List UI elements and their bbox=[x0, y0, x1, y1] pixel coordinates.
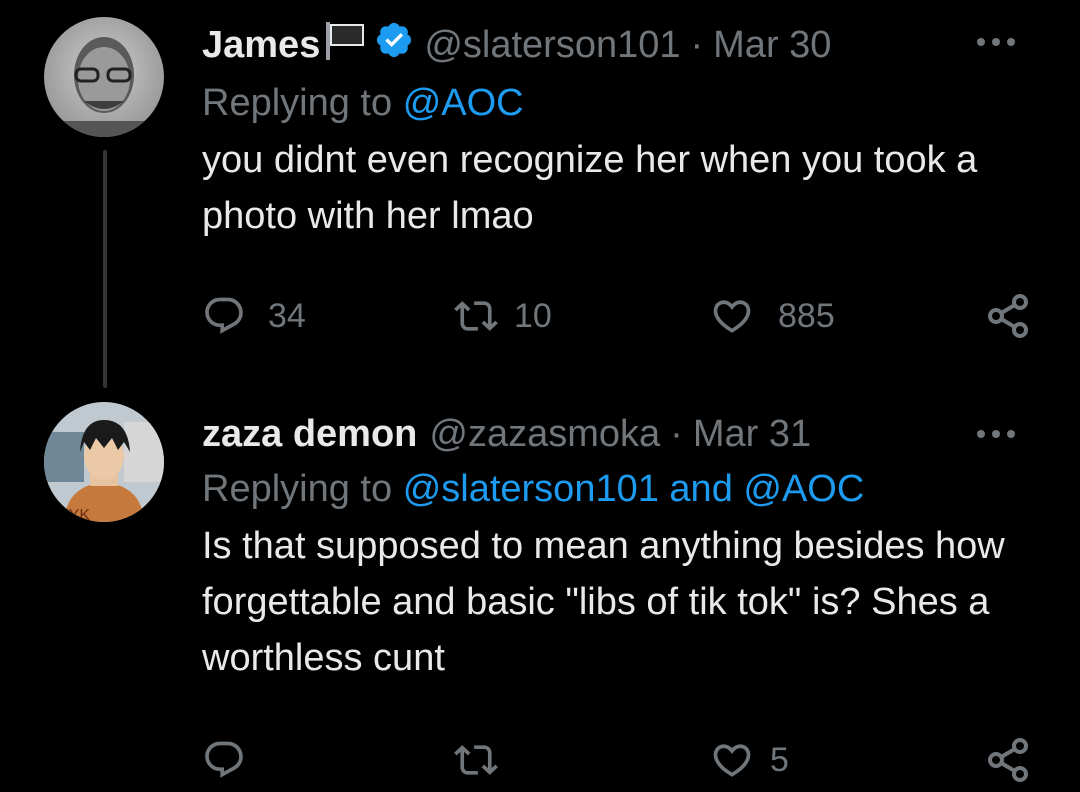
thread-line bbox=[103, 150, 107, 388]
retweet-count: 10 bbox=[514, 296, 552, 335]
share-button[interactable] bbox=[984, 736, 1032, 784]
mention-link[interactable]: @slaterson101 bbox=[403, 468, 659, 510]
mention-joiner: and bbox=[669, 468, 733, 510]
replying-to-prefix: Replying to bbox=[202, 82, 393, 124]
retweet-icon bbox=[454, 301, 498, 331]
tweet-text: Is that supposed to mean anything beside… bbox=[202, 525, 1005, 679]
mention-link[interactable]: @AOC bbox=[403, 82, 524, 124]
mention-link[interactable]: @AOC bbox=[743, 468, 864, 510]
tweet-date[interactable]: Mar 30 bbox=[713, 23, 831, 67]
like-button[interactable]: 885 bbox=[708, 292, 835, 340]
svg-text:YYK: YYK bbox=[58, 507, 90, 522]
more-icon[interactable] bbox=[968, 20, 1024, 64]
tweet-header: James @slaterson101 · Mar 30 bbox=[202, 20, 1040, 70]
like-button[interactable]: 5 bbox=[708, 736, 789, 784]
retweet-icon bbox=[454, 745, 498, 775]
tweet-actions: 34 10 885 bbox=[0, 292, 1080, 340]
reply-icon bbox=[205, 297, 243, 334]
tweet-actions: 5 bbox=[0, 736, 1080, 784]
tweet-text: you didnt even recognize her when you to… bbox=[202, 139, 978, 237]
heart-icon bbox=[713, 744, 751, 777]
more-icon[interactable] bbox=[968, 412, 1024, 456]
reply-count: 34 bbox=[268, 296, 306, 335]
heart-icon bbox=[713, 300, 751, 333]
tweet-1[interactable]: James @slaterson101 · Mar 30 Replying to… bbox=[0, 0, 1080, 392]
tweet-header: zaza demon @zazasmoka · Mar 31 bbox=[202, 412, 1040, 456]
reply-button[interactable] bbox=[202, 736, 268, 784]
flag-icon bbox=[324, 20, 368, 70]
share-icon bbox=[988, 738, 1028, 782]
separator-dot: · bbox=[670, 413, 683, 455]
author-name[interactable]: zaza demon bbox=[202, 412, 417, 456]
reply-icon bbox=[205, 741, 243, 778]
author-handle[interactable]: @zazasmoka bbox=[429, 412, 660, 456]
replying-to: Replying to @AOC bbox=[202, 80, 1040, 126]
retweet-button[interactable] bbox=[452, 736, 522, 784]
replying-to-prefix: Replying to bbox=[202, 468, 393, 510]
avatar-zaza-demon[interactable]: YYK bbox=[44, 402, 164, 522]
share-button[interactable] bbox=[984, 292, 1032, 340]
avatar-james[interactable] bbox=[44, 17, 164, 137]
separator-dot: · bbox=[690, 24, 704, 66]
share-icon bbox=[988, 294, 1028, 338]
verified-badge-icon[interactable] bbox=[374, 20, 414, 70]
tweet-2[interactable]: YYK zaza demon @zazasmoka · Mar 31 Reply… bbox=[0, 392, 1080, 792]
like-count: 885 bbox=[778, 296, 835, 335]
author-handle[interactable]: @slaterson101 bbox=[424, 23, 680, 67]
author-name[interactable]: James bbox=[202, 23, 320, 67]
retweet-button[interactable]: 10 bbox=[452, 292, 552, 340]
like-count: 5 bbox=[770, 740, 789, 779]
tweet-date[interactable]: Mar 31 bbox=[693, 412, 811, 456]
reply-button[interactable]: 34 bbox=[202, 292, 306, 340]
replying-to: Replying to @slaterson101 and @AOC bbox=[202, 466, 1040, 512]
